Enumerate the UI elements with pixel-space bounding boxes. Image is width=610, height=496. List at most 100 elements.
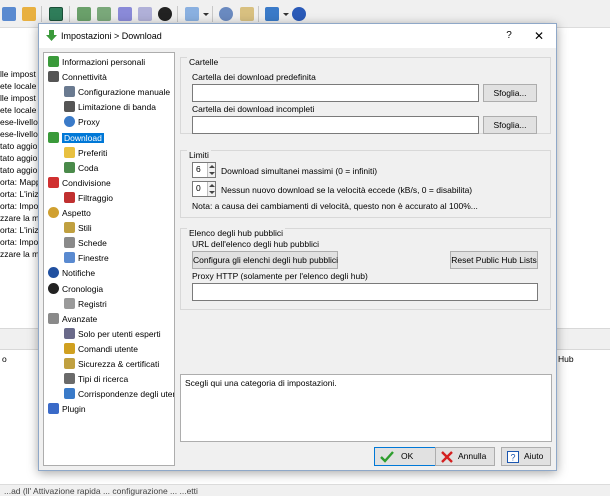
- speedometer-icon: [64, 101, 75, 113]
- tree-item-informazioni-personali[interactable]: Informazioni personali: [48, 55, 145, 70]
- ok-label: OK: [401, 451, 414, 461]
- tree-item-filtraggio[interactable]: Filtraggio: [64, 191, 113, 206]
- tree-item-label: Preferiti: [78, 147, 108, 158]
- settings-window-icon[interactable]: [49, 7, 63, 21]
- tree-item-limitazione-di-banda[interactable]: Limitazione di banda: [64, 100, 156, 115]
- tree-item-sicurezza-certificati[interactable]: Sicurezza & certificati: [64, 357, 159, 372]
- max-downloads-label: Download simultanei massimi (0 = infinit…: [221, 166, 378, 176]
- log-line: orta: Impo: [0, 237, 39, 247]
- limits-group-title: Limiti: [187, 150, 211, 160]
- download-queue-icon[interactable]: [77, 7, 91, 21]
- certificate-icon: [64, 358, 75, 369]
- incomplete-folder-input[interactable]: [192, 116, 479, 134]
- browse-incomplete-button[interactable]: Sfoglia...: [483, 116, 537, 134]
- dialog-title: Impostazioni > Download: [61, 31, 162, 41]
- user-icon: [48, 56, 59, 67]
- hub-proxy-input[interactable]: [192, 283, 538, 301]
- tree-item-connettivit[interactable]: Connettività: [48, 70, 107, 85]
- clock-icon[interactable]: [158, 7, 172, 21]
- tree-item-cronologia[interactable]: Cronologia: [48, 282, 103, 297]
- tree-item-label: Avanzate: [62, 313, 98, 324]
- speed-limit-label: Nessun nuovo download se la velocità ecc…: [221, 185, 473, 195]
- gear-icon[interactable]: [219, 7, 233, 21]
- default-folder-input[interactable]: [192, 84, 479, 102]
- tree-item-notifiche[interactable]: Notifiche: [48, 266, 95, 281]
- tree-item-label: Proxy: [78, 117, 100, 128]
- tree-item-coda[interactable]: Coda: [64, 161, 98, 176]
- settings-tree[interactable]: Informazioni personali Connettività Config…: [43, 52, 175, 466]
- speed-limit-stepper[interactable]: 0: [192, 181, 216, 197]
- tree-item-schede[interactable]: Schede: [64, 236, 107, 251]
- spinner-arrows-icon[interactable]: [207, 163, 215, 177]
- clock-icon: [48, 282, 59, 294]
- close-button[interactable]: ✕: [531, 28, 547, 44]
- network-icon[interactable]: [265, 7, 279, 21]
- log-line: lle impost: [0, 93, 36, 103]
- tree-item-solo-per-utenti-esperti[interactable]: Solo per utenti esperti: [64, 327, 161, 342]
- default-folder-label: Cartella dei download predefinita: [192, 72, 316, 82]
- tree-item-aspetto[interactable]: Aspetto: [48, 206, 91, 221]
- bell-icon: [48, 267, 59, 279]
- log-line: orta: L'iniz: [0, 189, 39, 199]
- chevron-down-icon[interactable]: [203, 13, 209, 16]
- log-line: ese-livello: [0, 117, 38, 127]
- settings-dialog: Impostazioni > Download ? ✕ Informazioni…: [38, 23, 557, 471]
- max-downloads-stepper[interactable]: 6: [192, 162, 216, 178]
- connect-icon[interactable]: [2, 7, 16, 21]
- tree-item-finestre[interactable]: Finestre: [64, 251, 109, 266]
- help-icon[interactable]: [292, 7, 306, 21]
- tree-item-label: Notifiche: [62, 268, 96, 279]
- browse-default-button[interactable]: Sfoglia...: [483, 84, 537, 102]
- notepad-icon[interactable]: [240, 7, 254, 21]
- upload-arrow-icon: [48, 176, 59, 188]
- tree-item-plugin[interactable]: Plugin: [48, 402, 86, 417]
- tree-item-condivisione[interactable]: Condivisione: [48, 176, 111, 191]
- tree-item-avanzate[interactable]: Avanzate: [48, 312, 97, 327]
- tabs-icon: [64, 237, 75, 249]
- tree-item-stili[interactable]: Stili: [64, 221, 92, 236]
- log-line: tato aggio: [0, 153, 38, 163]
- max-downloads-value: 6: [196, 164, 201, 174]
- spinner-arrows-icon[interactable]: [207, 182, 215, 196]
- log-line: tato aggio: [0, 165, 38, 175]
- window-icon[interactable]: [185, 7, 199, 21]
- hash-icon[interactable]: [138, 7, 152, 21]
- window-icon: [64, 252, 75, 264]
- hub-proxy-label: Proxy HTTP (solamente per l'elenco degli…: [192, 271, 368, 281]
- help-button[interactable]: ? Aiuto: [501, 447, 551, 466]
- tree-item-registri[interactable]: Registri: [64, 297, 107, 312]
- log-line: orta: L'iniz: [0, 225, 39, 235]
- brush-icon: [64, 222, 75, 234]
- tree-item-label: Sicurezza & certificati: [78, 359, 160, 369]
- uploads-icon[interactable]: [118, 7, 132, 21]
- tree-item-label: Registri: [78, 298, 107, 309]
- finished-downloads-icon[interactable]: [97, 7, 111, 21]
- tree-item-preferiti[interactable]: Preferiti: [64, 146, 107, 161]
- download-arrow-icon: [46, 30, 57, 41]
- tree-item-configurazione-manuale[interactable]: Configurazione manuale: [64, 85, 170, 100]
- chevron-down-icon[interactable]: [283, 13, 289, 16]
- antenna-icon: [48, 71, 59, 83]
- folder-icon: [64, 146, 75, 158]
- cancel-button[interactable]: Annulla: [435, 447, 495, 466]
- lower-right-text: Hub: [558, 354, 574, 364]
- queue-icon: [64, 161, 75, 173]
- dialog-titlebar[interactable]: Impostazioni > Download ? ✕: [39, 24, 556, 48]
- tree-item-download[interactable]: Download: [48, 131, 104, 146]
- tree-item-proxy[interactable]: Proxy: [64, 115, 100, 130]
- tree-item-tipi-di-ricerca[interactable]: Tipi di ricerca: [64, 372, 128, 387]
- tree-item-corrispondenze-degli-utenti[interactable]: Corrispondenze degli utenti: [64, 387, 174, 402]
- ok-button[interactable]: OK: [374, 447, 440, 466]
- status-text: ...ad (ll' Attivazione rapida ... config…: [4, 486, 198, 496]
- configure-hub-lists-button[interactable]: Configura gli elenchi degli hub pubblici: [192, 251, 338, 269]
- title-help-button[interactable]: ?: [501, 28, 517, 44]
- log-line: ete locale: [0, 81, 37, 91]
- incomplete-folder-label: Cartella dei download incompleti: [192, 104, 315, 114]
- tree-item-comandi-utente[interactable]: Comandi utente: [64, 342, 138, 357]
- log-line: orta: Impo: [0, 201, 39, 211]
- tree-item-label: Comandi utente: [78, 343, 139, 354]
- system-log: lle impost ete locale lle impost ete locale…: [0, 68, 42, 260]
- reset-hub-lists-button[interactable]: Reset Public Hub Lists: [450, 251, 538, 269]
- tree-item-label: Solo per utenti esperti: [78, 328, 161, 339]
- favorites-icon[interactable]: [22, 7, 36, 21]
